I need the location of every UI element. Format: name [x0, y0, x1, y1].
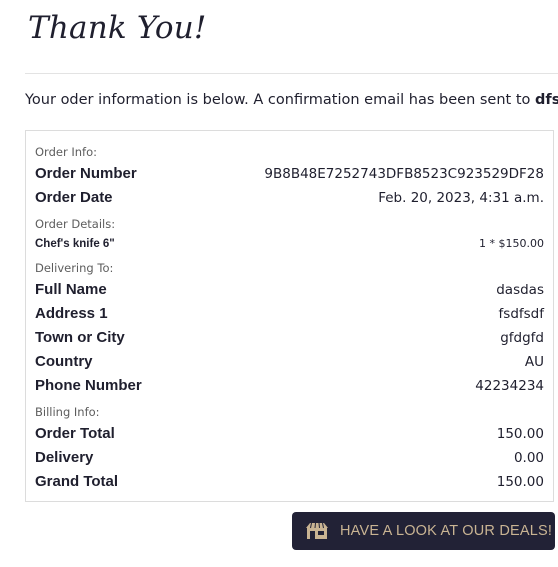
confirmation-message: Your oder information is below. A confir… — [25, 92, 558, 108]
full-name-label: Full Name — [35, 281, 107, 298]
grand-total-value: 150.00 — [496, 474, 544, 490]
town-city-label: Town or City — [35, 329, 125, 346]
address-1-label: Address 1 — [35, 305, 108, 322]
item-qty-price: 1 * $150.00 — [479, 237, 544, 250]
address-1-row: Address 1 fsdfsdf — [35, 305, 544, 322]
country-label: Country — [35, 353, 93, 370]
order-number-label: Order Number — [35, 165, 137, 182]
checkout-success-page: Thank You! Your oder information is belo… — [0, 0, 558, 567]
item-name: Chef's knife 6" — [35, 238, 115, 250]
phone-number-label: Phone Number — [35, 377, 142, 394]
order-date-label: Order Date — [35, 189, 113, 206]
full-name-row: Full Name dasdas — [35, 281, 544, 298]
phone-number-row: Phone Number 42234234 — [35, 377, 544, 394]
delivery-label: Delivery — [35, 449, 94, 466]
deals-button-label: HAVE A LOOK AT OUR DEALS! — [340, 523, 553, 539]
delivery-value: 0.00 — [513, 450, 544, 466]
order-date-row: Order Date Feb. 20, 2023, 4:31 a.m. — [35, 189, 544, 206]
store-icon — [306, 522, 328, 540]
order-summary-card: Order Info: Order Number 9B8B48E7252743D… — [25, 130, 554, 502]
page-title: Thank You! — [28, 10, 207, 46]
deals-button[interactable]: HAVE A LOOK AT OUR DEALS! — [292, 512, 555, 550]
full-name-value: dasdas — [496, 282, 544, 298]
country-row: Country AU — [35, 353, 544, 370]
order-total-row: Order Total 150.00 — [35, 425, 544, 442]
country-value: AU — [524, 354, 544, 370]
phone-number-value: 42234234 — [475, 378, 544, 394]
grand-total-label: Grand Total — [35, 473, 119, 490]
confirmation-text: Your oder information is below. A confir… — [25, 92, 535, 108]
delivery-row: Delivery 0.00 — [35, 449, 544, 466]
town-city-value: gfdgfd — [500, 330, 544, 346]
title-divider — [25, 73, 558, 74]
address-1-value: fsdfsdf — [498, 306, 544, 322]
section-delivering-to: Delivering To: — [35, 261, 114, 275]
town-city-row: Town or City gfdgfd — [35, 329, 544, 346]
confirmation-email: dfsdfsd@ — [535, 92, 558, 108]
section-order-info: Order Info: — [35, 145, 97, 159]
list-item: Chef's knife 6" 1 * $150.00 — [35, 237, 544, 250]
order-number-value: 9B8B48E7252743DFB8523C923529DF28 — [264, 166, 544, 182]
order-date-value: Feb. 20, 2023, 4:31 a.m. — [378, 190, 544, 206]
order-number-row: Order Number 9B8B48E7252743DFB8523C92352… — [35, 165, 544, 182]
order-total-label: Order Total — [35, 425, 115, 442]
section-order-details: Order Details: — [35, 217, 116, 231]
section-billing-info: Billing Info: — [35, 405, 100, 419]
order-total-value: 150.00 — [496, 426, 544, 442]
grand-total-row: Grand Total 150.00 — [35, 473, 544, 490]
